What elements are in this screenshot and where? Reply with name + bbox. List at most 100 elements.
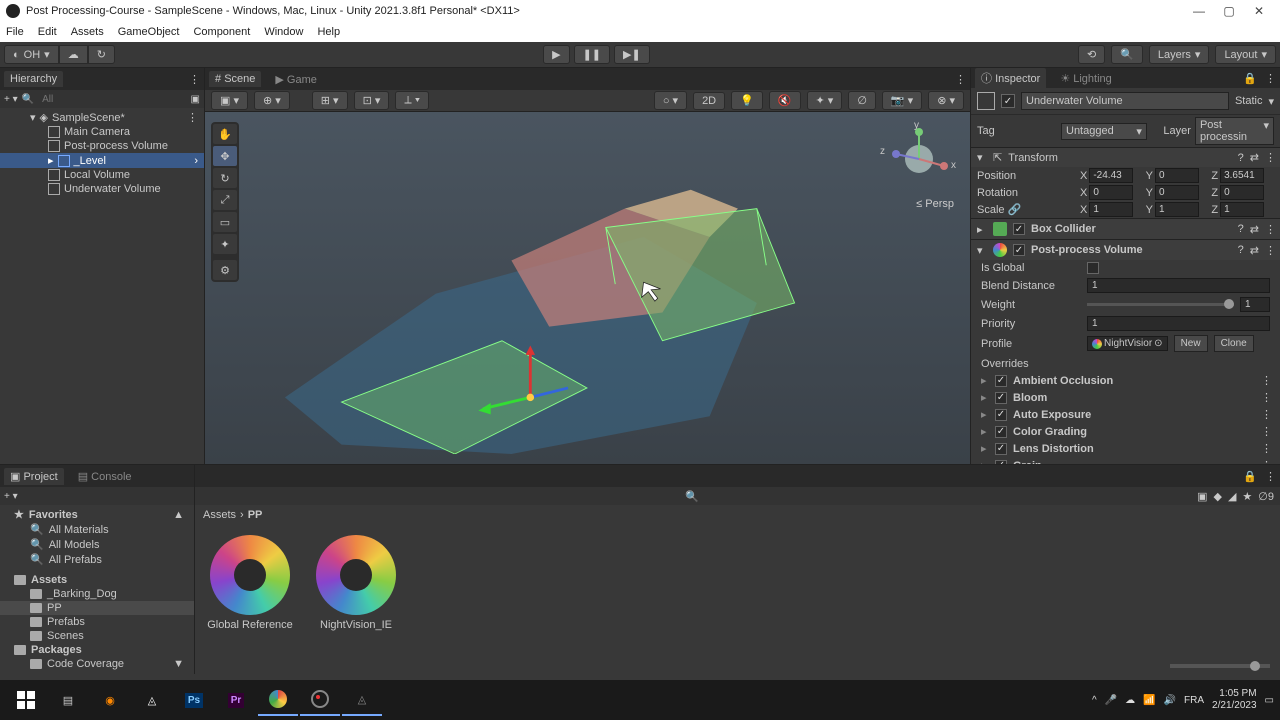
hierarchy-search-save-icon[interactable]: ▣ <box>191 94 200 105</box>
hierarchy-item[interactable]: Underwater Volume <box>0 182 204 196</box>
pivot-button[interactable]: ▣ ▾ <box>211 91 248 110</box>
tab-inspector[interactable]: ⓘ Inspector <box>975 68 1046 88</box>
override-grain[interactable]: ▸Grain⋮ <box>971 457 1280 464</box>
hierarchy-root-item[interactable]: ▾ ◈ SampleScene* ⋮ <box>0 110 204 125</box>
tab-game[interactable]: ▶ Game <box>269 71 322 88</box>
object-name-field[interactable]: Underwater Volume <box>1021 92 1229 110</box>
window-close[interactable]: ✕ <box>1244 4 1274 18</box>
link-icon[interactable]: 🔗 <box>1008 204 1022 216</box>
photoshop-icon[interactable]: Ps <box>174 684 214 716</box>
rotation-y-input[interactable] <box>1155 185 1199 200</box>
transform-header[interactable]: ▾ ⇱ Transform ? ⇄ ⋮ <box>971 147 1280 167</box>
account-button[interactable]: ◐ OH ▾ <box>4 45 59 64</box>
filter-type-icon[interactable]: ◆ <box>1213 490 1221 503</box>
audio-toggle[interactable]: 🔇 <box>769 91 801 110</box>
object-enabled-checkbox[interactable] <box>1001 94 1015 108</box>
weight-slider[interactable] <box>1087 303 1234 306</box>
filter-label-icon[interactable]: ◢ <box>1228 490 1236 503</box>
asset-item[interactable]: NightVision_IE <box>311 535 401 631</box>
folder-item[interactable]: _Barking_Dog <box>0 587 194 601</box>
foldout-icon[interactable]: ▾ <box>977 244 987 257</box>
notifications-icon[interactable]: ▭ <box>1265 695 1274 706</box>
override-ambient-occlusion[interactable]: ▸Ambient Occlusion⋮ <box>971 372 1280 389</box>
position-y-input[interactable] <box>1155 168 1199 183</box>
component-enabled-checkbox[interactable] <box>1013 223 1025 235</box>
step-button[interactable]: ▶❚ <box>614 45 650 64</box>
help-icon[interactable]: ? <box>1238 223 1244 235</box>
component-enabled-checkbox[interactable] <box>1013 244 1025 256</box>
tray-language[interactable]: FRA <box>1184 695 1204 706</box>
menu-gameobject[interactable]: GameObject <box>118 26 180 38</box>
position-z-input[interactable] <box>1220 168 1264 183</box>
scene-menu-icon[interactable]: ⋮ <box>187 111 198 124</box>
project-search-input[interactable] <box>705 490 1191 503</box>
scale-tool[interactable]: ⤢ <box>213 190 237 210</box>
project-lock-icon[interactable]: 🔒 <box>1243 470 1257 483</box>
filter-star-icon[interactable]: ★ <box>1242 490 1252 503</box>
search-button[interactable]: 🔍 <box>1111 45 1143 64</box>
box-collider-header[interactable]: ▸ Box Collider ? ⇄ ⋮ <box>971 218 1280 239</box>
task-view-icon[interactable]: ▤ <box>48 684 88 716</box>
grid-button[interactable]: ⊞ ▾ <box>312 91 348 110</box>
favorite-item[interactable]: 🔍 All Models <box>0 537 194 552</box>
project-menu-icon[interactable]: ⋮ <box>1265 470 1276 483</box>
help-icon[interactable]: ? <box>1238 152 1244 164</box>
transform-tool[interactable]: ✦ <box>213 234 237 254</box>
lighting-toggle[interactable]: 💡 <box>731 91 763 110</box>
foldout-icon[interactable]: ▸ <box>977 223 987 236</box>
obs-icon[interactable] <box>300 684 340 716</box>
preset-icon[interactable]: ⇄ <box>1250 223 1259 236</box>
rotation-x-input[interactable] <box>1089 185 1133 200</box>
profile-field[interactable]: NightVisior ⊙ <box>1087 336 1168 351</box>
override-bloom[interactable]: ▸Bloom⋮ <box>971 389 1280 406</box>
tab-project[interactable]: ▣ Project <box>4 468 64 485</box>
rotate-tool[interactable]: ↻ <box>213 168 237 188</box>
menu-component[interactable]: Component <box>193 26 250 38</box>
blend-distance-input[interactable] <box>1087 278 1270 293</box>
projection-label[interactable]: ≤ Persp <box>916 198 954 210</box>
foldout-icon[interactable]: ▾ <box>30 111 36 124</box>
visibility-toggle[interactable]: ∅ <box>848 91 876 110</box>
hierarchy-item[interactable]: ▸_Level› <box>0 153 204 168</box>
orientation-gizmo[interactable]: y x z <box>884 124 954 194</box>
favorite-item[interactable]: 🔍 All Materials <box>0 522 194 537</box>
tray-volume-icon[interactable]: 🔊 <box>1164 695 1176 706</box>
is-global-checkbox[interactable] <box>1087 262 1099 274</box>
tray-chevron-icon[interactable]: ^ <box>1092 695 1097 706</box>
favorites-header[interactable]: ★ Favorites▲ <box>0 507 194 522</box>
menu-assets[interactable]: Assets <box>71 26 104 38</box>
project-add-button[interactable]: + ▾ <box>4 491 18 502</box>
profile-new-button[interactable]: New <box>1174 335 1208 352</box>
breadcrumb-item[interactable]: PP <box>248 509 263 521</box>
layers-dropdown[interactable]: Layers ▾ <box>1149 45 1210 64</box>
menu-edit[interactable]: Edit <box>38 26 57 38</box>
static-dropdown[interactable]: ▾ <box>1268 95 1274 108</box>
override-color-grading[interactable]: ▸Color Grading⋮ <box>971 423 1280 440</box>
move-tool[interactable]: ✥ <box>213 146 237 166</box>
folder-item[interactable]: PP <box>0 601 194 615</box>
scene-viewport[interactable]: ✋ ✥ ↻ ⤢ ▭ ✦ ⚙ y x z <box>205 112 970 464</box>
folder-item[interactable]: Code Coverage▼ <box>0 657 194 671</box>
override-auto-exposure[interactable]: ▸Auto Exposure⋮ <box>971 406 1280 423</box>
hierarchy-search-input[interactable] <box>38 93 186 106</box>
cloud-button[interactable]: ☁ <box>59 45 88 64</box>
custom-tool[interactable]: ⚙ <box>213 260 237 280</box>
scale-y-input[interactable] <box>1155 202 1199 217</box>
handle-button[interactable]: ⊕ ▾ <box>254 91 290 110</box>
preset-icon[interactable]: ⇄ <box>1250 244 1259 257</box>
hierarchy-item[interactable]: Local Volume <box>0 168 204 182</box>
foldout-icon[interactable]: ▾ <box>977 151 987 164</box>
tray-mic-icon[interactable]: 🎤 <box>1105 695 1117 706</box>
asset-item[interactable]: Global Reference <box>205 535 295 631</box>
shading-dropdown[interactable]: ○ ▾ <box>654 91 687 110</box>
inspector-menu-icon[interactable]: ⋮ <box>1265 72 1276 85</box>
hidden-toggle[interactable]: ∅9 <box>1258 490 1274 503</box>
unity-editor-icon[interactable]: ◬ <box>342 684 382 716</box>
tab-hierarchy[interactable]: Hierarchy <box>4 71 63 87</box>
weight-input[interactable] <box>1240 297 1270 312</box>
folder-item[interactable]: Scenes <box>0 629 194 643</box>
camera-dropdown[interactable]: 📷 ▾ <box>882 91 922 110</box>
premiere-icon[interactable]: Pr <box>216 684 256 716</box>
window-maximize[interactable]: ▢ <box>1214 4 1244 18</box>
breadcrumb-item[interactable]: Assets <box>203 509 236 521</box>
